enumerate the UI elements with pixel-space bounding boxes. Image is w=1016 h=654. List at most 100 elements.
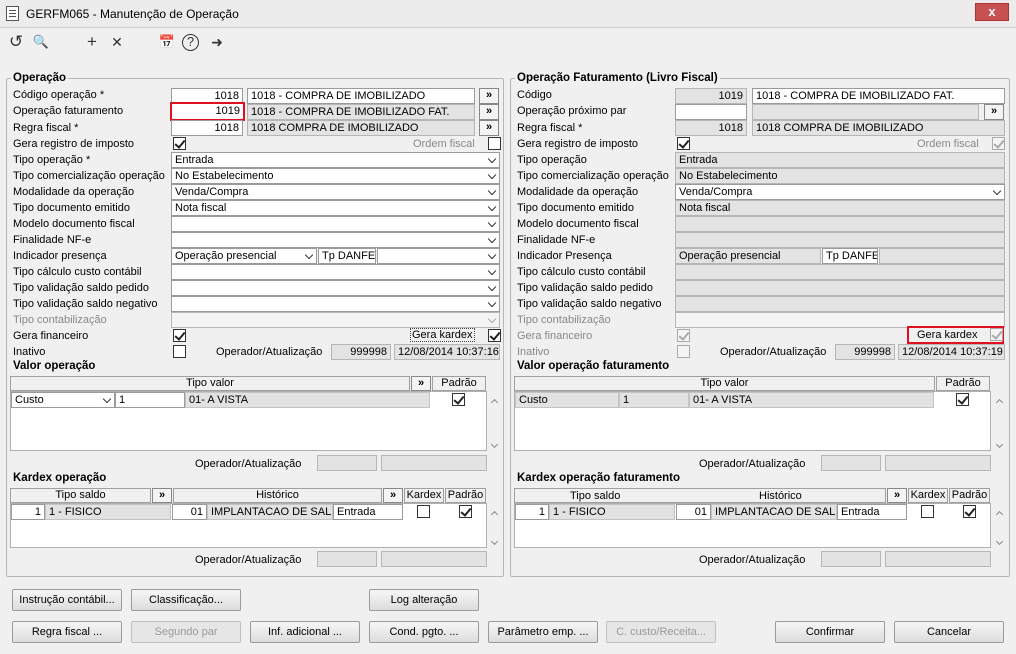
operacao-group-label: Operação xyxy=(11,72,69,84)
cond-pgto-button[interactable]: Cond. pgto. ... xyxy=(369,621,479,643)
r-valor-padrao-checkbox[interactable] xyxy=(956,393,969,406)
kardex-row-checkbox[interactable] xyxy=(417,505,430,518)
r-kardex-row-checkbox[interactable] xyxy=(921,505,934,518)
ordem-fiscal-checkbox[interactable] xyxy=(488,137,501,150)
kardex-data-value xyxy=(381,551,487,567)
codigo-lookup-button[interactable]: » xyxy=(479,88,499,104)
kardex-cell-1[interactable]: 1 xyxy=(11,504,45,520)
opfat-lookup-button[interactable]: » xyxy=(479,104,499,120)
r-kardex-scroll-up-icon[interactable] xyxy=(993,508,1005,518)
r-gera-kardex-checkbox xyxy=(990,328,1003,341)
r-kardex-scroll-down-icon[interactable] xyxy=(993,538,1005,548)
calc-select[interactable] xyxy=(171,264,500,280)
classificacao-button[interactable]: Classificação... xyxy=(131,589,241,611)
final-select[interactable] xyxy=(171,232,500,248)
modal-select[interactable]: Venda/Compra xyxy=(171,184,500,200)
add-icon[interactable]: + xyxy=(82,32,102,52)
val-ped-select[interactable] xyxy=(171,280,500,296)
tp-danfe-select[interactable] xyxy=(377,248,500,264)
r-prox-input[interactable] xyxy=(675,104,747,120)
kardex-cell-5[interactable]: Entrada xyxy=(333,504,403,520)
kardex-scroll-down-icon[interactable] xyxy=(488,538,500,548)
r-kardex-cell-1[interactable]: 1 xyxy=(515,504,549,520)
exit-icon[interactable]: ➜ xyxy=(207,32,227,52)
instrucao-contabil-button[interactable]: Instrução contábil... xyxy=(12,589,122,611)
valor-more-button[interactable]: » xyxy=(411,376,431,391)
r-valor-data-value xyxy=(885,455,991,471)
cancelar-button[interactable]: Cancelar xyxy=(894,621,1004,643)
valor-data-value xyxy=(381,455,487,471)
tipo-doc-select[interactable]: Nota fiscal xyxy=(171,200,500,216)
r-historico-more-button[interactable]: » xyxy=(887,488,907,503)
r-prox-lookup-button[interactable]: » xyxy=(984,104,1004,120)
help-icon[interactable]: ? xyxy=(182,34,199,51)
kardex-cell-4: IMPLANTACAO DE SALDO xyxy=(207,504,333,520)
custo-receita-button[interactable]: C. custo/Receita... xyxy=(606,621,716,643)
valor-scroll-down-icon[interactable] xyxy=(488,441,500,451)
regra-fiscal-button[interactable]: Regra fiscal ... xyxy=(12,621,122,643)
undo-icon[interactable]: ↺ xyxy=(6,32,26,52)
final-label: Finalidade NF-e xyxy=(13,234,92,246)
close-button[interactable]: x xyxy=(975,3,1009,21)
segundo-par-button[interactable]: Segundo par xyxy=(131,621,241,643)
tipo-com-select[interactable]: No Estabelecimento xyxy=(171,168,500,184)
confirmar-button[interactable]: Confirmar xyxy=(775,621,885,643)
r-regra-value: 1018 xyxy=(675,120,747,136)
parametro-emp-button[interactable]: Parâmetro emp. ... xyxy=(488,621,598,643)
kardex-oper-label: Operador/Atualização xyxy=(195,554,302,566)
opfat-input[interactable]: 1019 xyxy=(170,102,245,121)
regra-input[interactable]: 1018 xyxy=(171,120,243,136)
r-kardex-cell-5[interactable]: Entrada xyxy=(837,504,907,520)
r-inativo-label: Inativo xyxy=(517,346,550,358)
r-gera-reg-checkbox[interactable] xyxy=(677,137,690,150)
r-ordem-fiscal-checkbox xyxy=(992,137,1005,150)
ind-select[interactable]: Operação presencial xyxy=(171,248,317,264)
r-historico-header: Histórico xyxy=(759,490,802,502)
tp-danfe-label: Tp DANFE xyxy=(318,248,376,264)
r-valor-cell-tipo: Custo xyxy=(515,392,619,408)
valor-oper-label: Operador/Atualização xyxy=(195,458,302,470)
ind-label: Indicador presença xyxy=(13,250,107,262)
gera-reg-checkbox[interactable] xyxy=(173,137,186,150)
r-prox-desc xyxy=(752,104,979,120)
valor-scroll-up-icon[interactable] xyxy=(488,396,500,406)
gera-fin-checkbox[interactable] xyxy=(173,329,186,342)
regra-lookup-button[interactable]: » xyxy=(479,120,499,136)
tipo-valor-header: Tipo valor xyxy=(10,376,410,391)
delete-icon[interactable]: ✕ xyxy=(107,32,127,52)
r-tp-danfe-label: Tp DANFE xyxy=(822,248,878,264)
r-kardex-cell-3[interactable]: 01 xyxy=(676,504,711,520)
gera-kardex-checkbox[interactable] xyxy=(488,329,501,342)
tipo-op-select[interactable]: Entrada xyxy=(171,152,500,168)
valor-padrao-checkbox[interactable] xyxy=(452,393,465,406)
r-valor-scroll-down-icon[interactable] xyxy=(993,441,1005,451)
search-icon[interactable]: 🔍 xyxy=(31,32,51,52)
valor-cell-code[interactable]: 1 xyxy=(115,392,185,408)
valor-cell-tipo[interactable]: Custo xyxy=(11,392,115,408)
title-bar: GERFM065 - Manutenção de Operação x xyxy=(0,0,1016,28)
valor-cell-desc: 01- A VISTA xyxy=(185,392,430,408)
log-alteracao-button[interactable]: Log alteração xyxy=(369,589,479,611)
r-gera-fin-checkbox xyxy=(677,329,690,342)
inativo-checkbox[interactable] xyxy=(173,345,186,358)
kardex-padrao-checkbox[interactable] xyxy=(459,505,472,518)
r-valor-scroll-up-icon[interactable] xyxy=(993,396,1005,406)
contab-label: Tipo contabilização xyxy=(13,314,107,326)
kardex-scroll-up-icon[interactable] xyxy=(488,508,500,518)
kardex-cell-3[interactable]: 01 xyxy=(172,504,207,520)
tipo-saldo-more-button[interactable]: » xyxy=(152,488,172,503)
r-tipo-valor-header: Tipo valor xyxy=(514,376,935,391)
r-kardex-padrao-checkbox[interactable] xyxy=(963,505,976,518)
opfat-desc: 1018 - COMPRA DE IMOBILIZADO FAT. xyxy=(247,104,475,120)
r-kardex-cell-2: 1 - FISICO xyxy=(549,504,675,520)
val-neg-select[interactable] xyxy=(171,296,500,312)
r-codigo-value: 1019 xyxy=(675,88,747,104)
calendar-icon[interactable]: 📅 xyxy=(157,32,177,52)
historico-more-button[interactable]: » xyxy=(383,488,403,503)
modelo-select[interactable] xyxy=(171,216,500,232)
inf-adicional-button[interactable]: Inf. adicional ... xyxy=(250,621,360,643)
oper-label: Operador/Atualização xyxy=(216,346,323,358)
r-data-value: 12/08/2014 10:37:19 xyxy=(898,344,1005,360)
r-modal-select[interactable]: Venda/Compra xyxy=(675,184,1005,200)
r-valor-group-label: Valor operação faturamento xyxy=(515,360,672,372)
